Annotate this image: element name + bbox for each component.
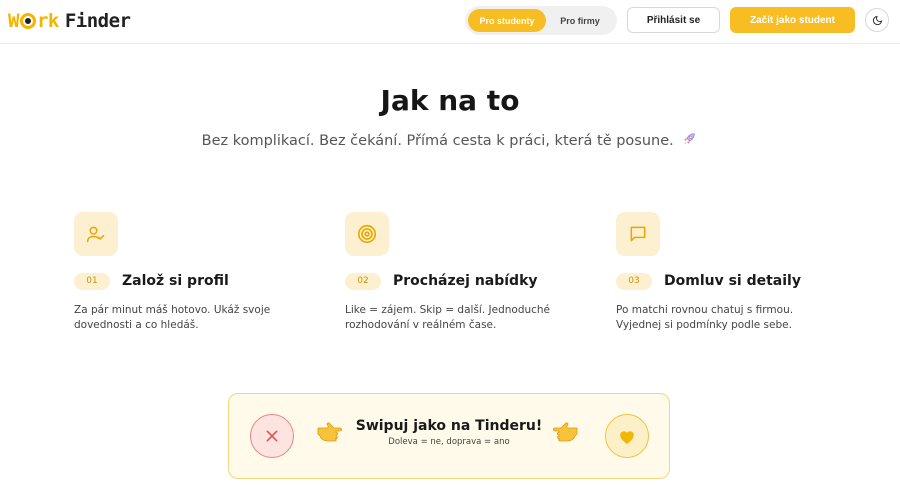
logo-text-w: W: [8, 10, 19, 32]
toggle-pro-firmy[interactable]: Pro firmy: [546, 9, 614, 32]
step-card-3: 03 Domluv si detaily Po matchi rovnou ch…: [616, 212, 856, 333]
rocket-icon: [680, 131, 698, 151]
start-as-student-button[interactable]: Začít jako student: [730, 7, 855, 33]
step-description: Like = zájem. Skip = další. Jednoduché r…: [345, 304, 551, 331]
target-icon: [357, 224, 377, 244]
login-button[interactable]: Přihlásit se: [627, 7, 720, 33]
audience-toggle: Pro studenty Pro firmy: [465, 6, 617, 35]
swipe-hint-card: Swipuj jako na Tinderu! Doleva = ne, dop…: [228, 393, 670, 479]
theme-toggle-button[interactable]: [865, 8, 889, 32]
logo-text-finder: Finder: [64, 10, 131, 32]
like-button[interactable]: [605, 414, 649, 458]
logo-o-icon: [19, 13, 36, 29]
step-title: Založ si profil: [122, 273, 229, 289]
step-title: Domluv si detaily: [664, 273, 801, 289]
swipe-title: Swipuj jako na Tinderu!: [355, 418, 543, 434]
top-navbar: W rk Finder Pro studenty Pro firmy Přihl…: [0, 0, 900, 44]
subtitle-text: Bez komplikací. Bez čekání. Přímá cesta …: [201, 133, 674, 149]
step-card-1: 01 Založ si profil Za pár minut máš hoto…: [74, 212, 314, 333]
user-check-icon: [86, 226, 105, 243]
step-number: 01: [74, 272, 110, 290]
step-title: Procházej nabídky: [393, 273, 538, 289]
swipe-subtitle: Doleva = ne, doprava = ano: [388, 437, 510, 447]
logo-text-rk: rk: [36, 10, 59, 32]
step-icon-box: [616, 212, 660, 256]
message-icon: [630, 226, 646, 242]
step-description: Po matchi rovnou chatuj s firmou. Vyjedn…: [616, 304, 794, 331]
page-title: Jak na to: [380, 84, 520, 117]
heart-icon: [620, 430, 634, 444]
step-description: Za pár minut máš hotovo. Ukáž svoje dove…: [74, 304, 271, 331]
step-icon-box: [74, 212, 118, 256]
step-number: 03: [616, 272, 652, 290]
step-card-2: 02 Procházej nabídky Like = zájem. Skip …: [345, 212, 585, 333]
step-icon-box: [345, 212, 389, 256]
moon-icon: [872, 15, 882, 25]
workfinder-logo[interactable]: W rk Finder: [8, 8, 131, 34]
page-subtitle: Bez komplikací. Bez čekání. Přímá cesta …: [0, 131, 900, 151]
step-number: 02: [345, 272, 381, 290]
toggle-pro-studenty[interactable]: Pro studenty: [468, 9, 546, 32]
pointing-hand-left-icon: [553, 420, 579, 448]
